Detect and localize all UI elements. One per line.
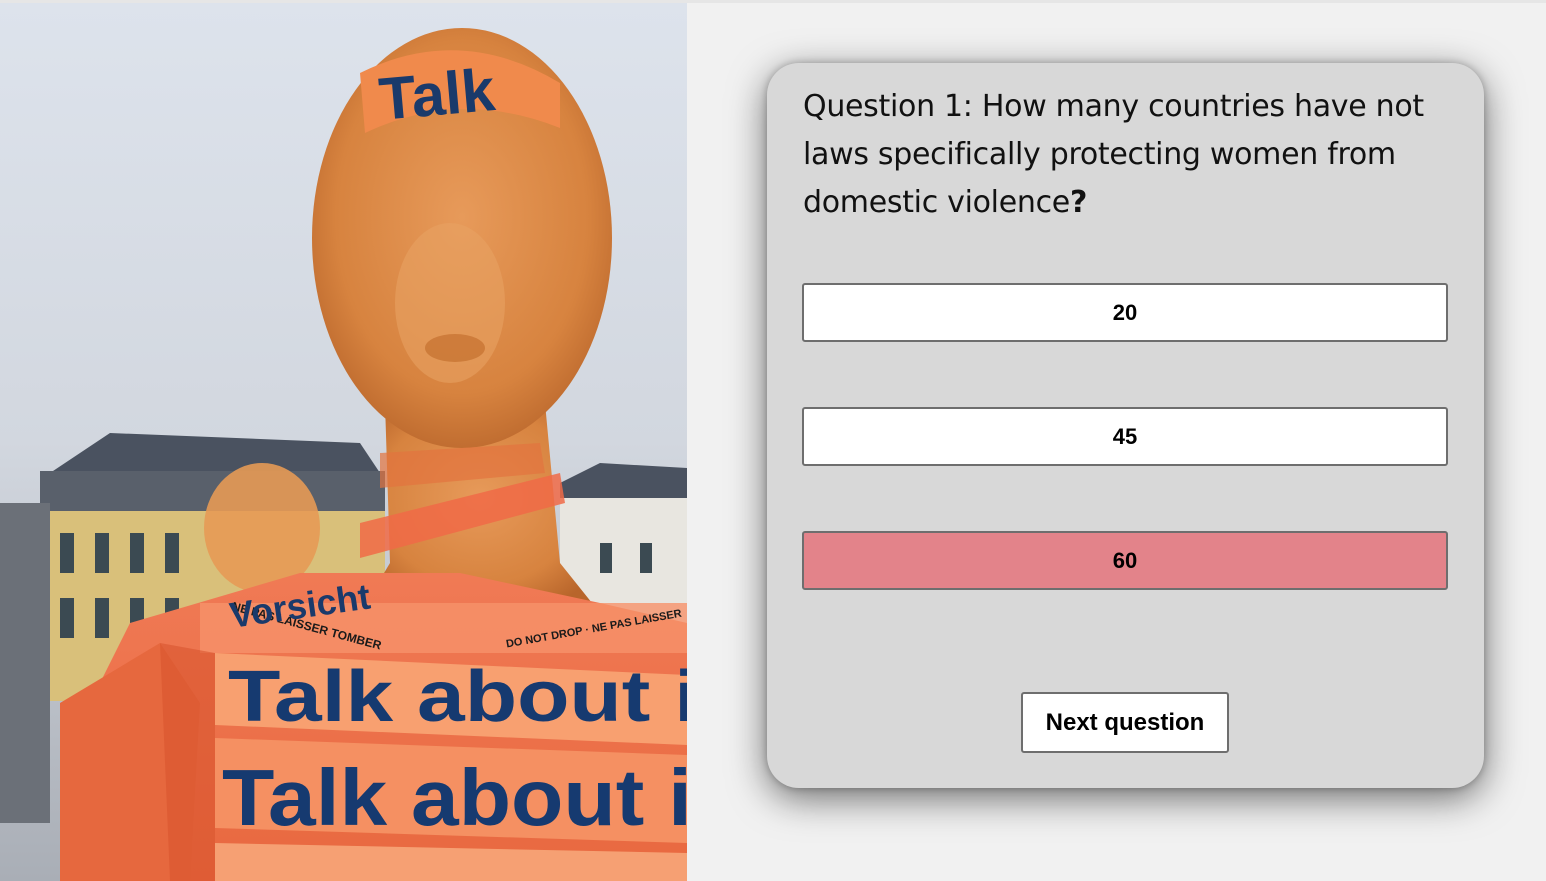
answer-option-1[interactable]: 20 bbox=[802, 283, 1448, 342]
hero-photo: Talk NE PAS LAISSER TOMBER DO NOT DROP ·… bbox=[0, 3, 687, 881]
answer-option-2[interactable]: 45 bbox=[802, 407, 1448, 466]
quiz-card: Question 1: How many countries have not … bbox=[767, 63, 1484, 788]
answer-option-3[interactable]: 60 bbox=[802, 531, 1448, 590]
head-tape-text: Talk bbox=[376, 56, 498, 133]
question-number: Question 1: bbox=[803, 89, 973, 124]
next-question-button[interactable]: Next question bbox=[1021, 692, 1229, 753]
tape-talk-about-1: Talk about i bbox=[228, 657, 687, 737]
tape-talk-about-2: Talk about i bbox=[222, 753, 687, 842]
question-text: Question 1: How many countries have not … bbox=[803, 83, 1453, 227]
question-mark: ? bbox=[1069, 185, 1088, 220]
